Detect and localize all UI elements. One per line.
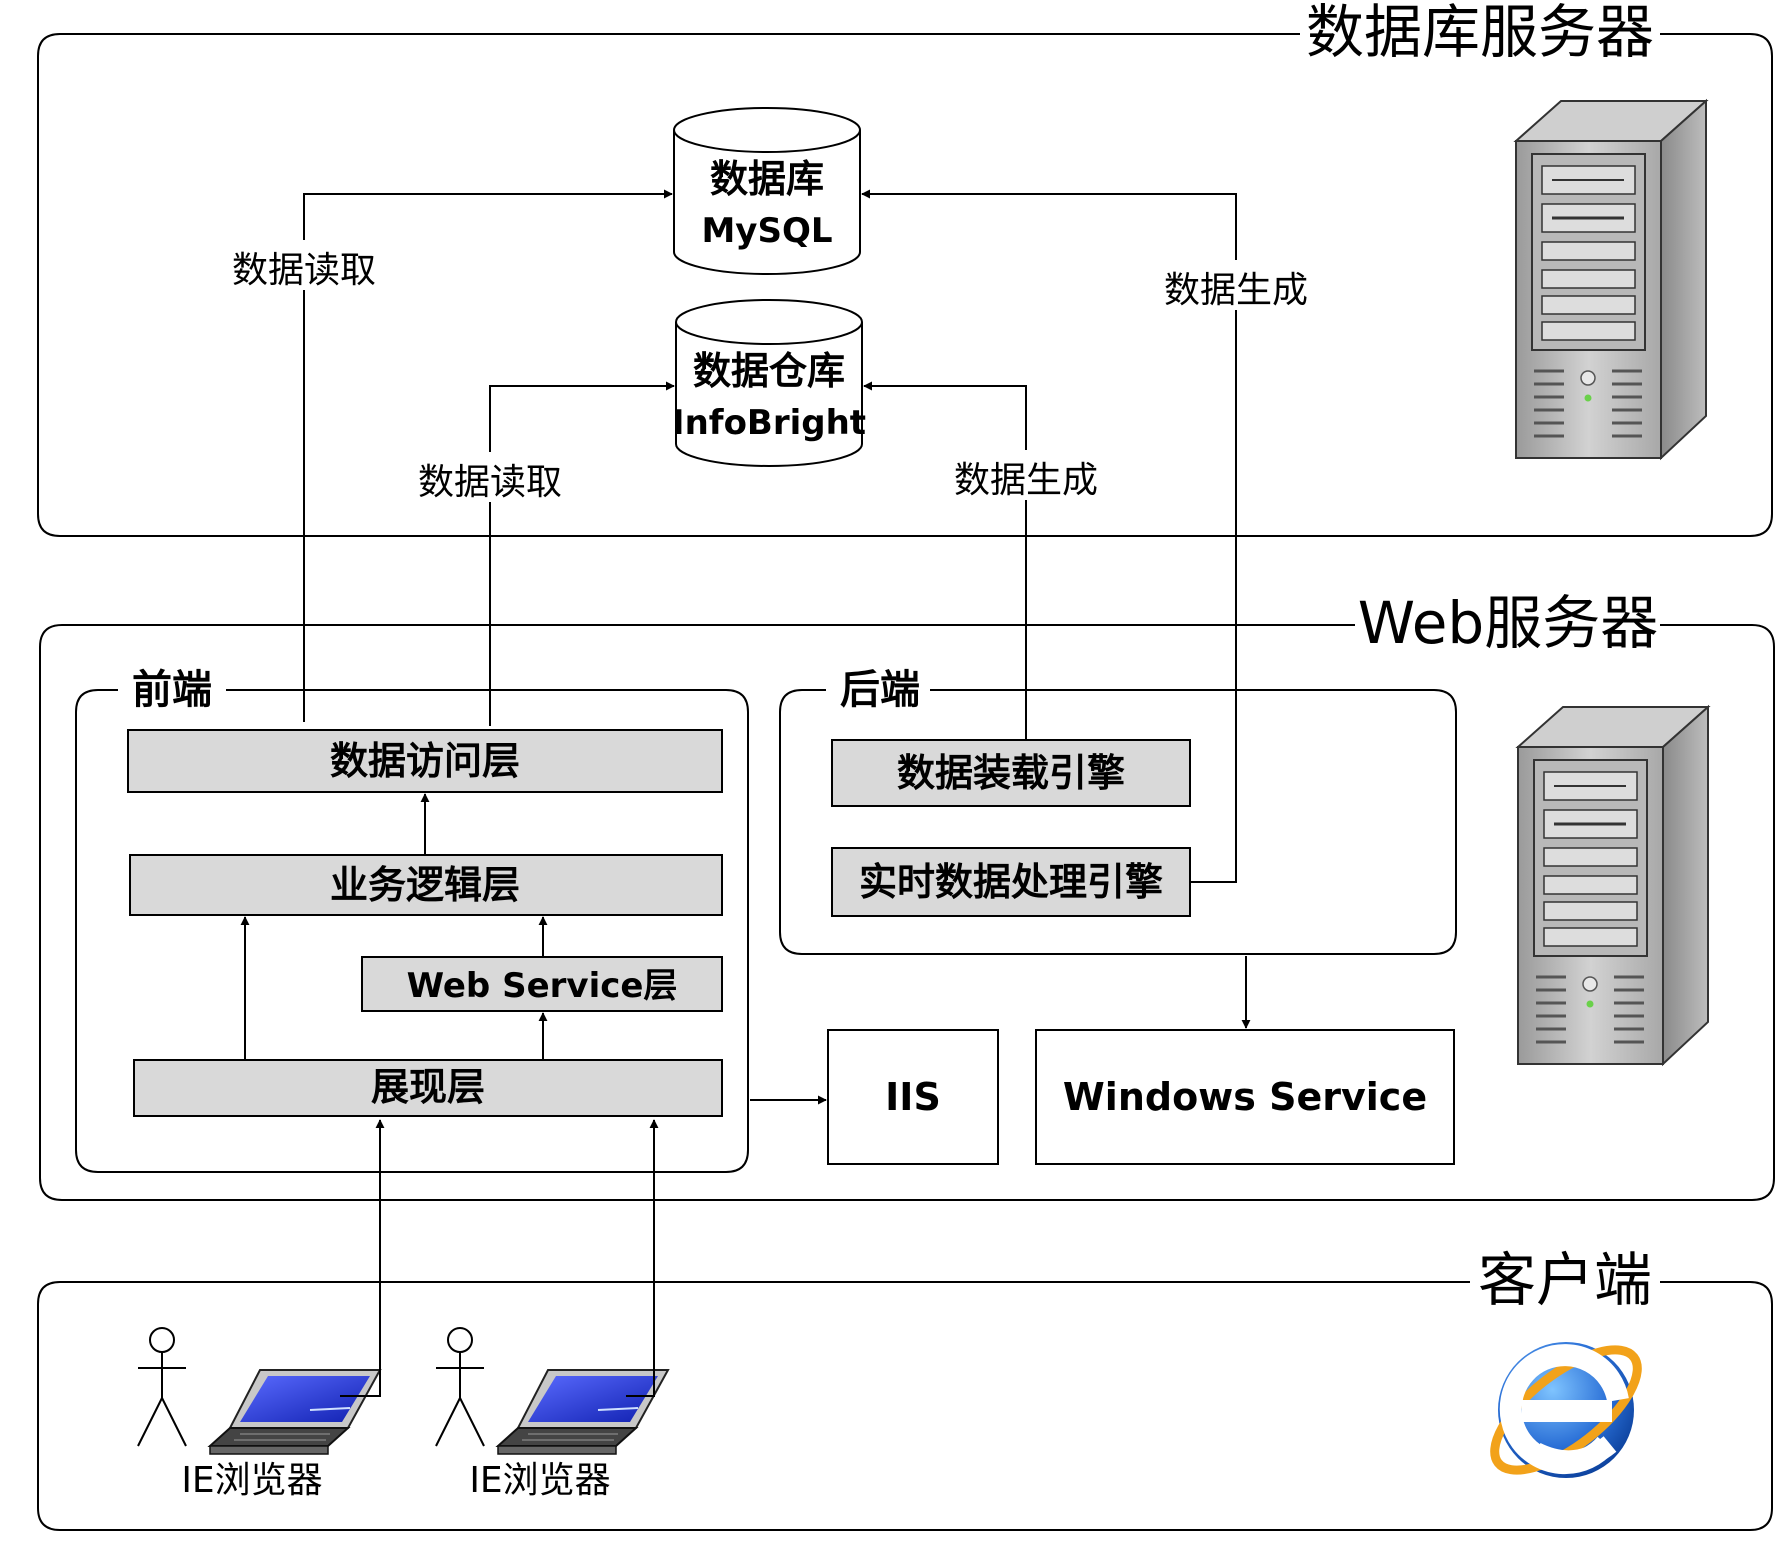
internet-explorer-icon	[1490, 1342, 1642, 1478]
iis-label: IIS	[885, 1075, 941, 1119]
iis-node: IIS	[827, 1029, 999, 1165]
server-tower-icon	[1516, 705, 1710, 1066]
db-mysql-line1: 数据库	[710, 156, 824, 201]
edge-label-read-mysql: 数据读取	[232, 250, 376, 291]
laptop-icon	[209, 1369, 381, 1455]
client-1-label: IE浏览器	[181, 1460, 322, 1501]
laptop-icon	[497, 1369, 669, 1455]
db-infobright-line2: InfoBright	[672, 403, 866, 443]
server-tower-icon	[1514, 99, 1708, 460]
zone-client-title: 客户端	[1478, 1246, 1652, 1314]
diagram-canvas: 数据库服务器 Web服务器 客户端 前端 数据访问层 业务逻辑层 Web Ser…	[37, 0, 1775, 1531]
db-mysql-line2: MySQL	[701, 211, 832, 251]
client-1: IE浏览器	[137, 1327, 381, 1501]
realtime-engine-label: 实时数据处理引擎	[859, 859, 1163, 904]
db-infobright: 数据仓库 InfoBright	[672, 299, 866, 467]
client-2-label: IE浏览器	[469, 1460, 610, 1501]
backend-title: 后端	[840, 666, 920, 713]
client-2: IE浏览器	[435, 1327, 669, 1501]
architecture-diagram: 数据库服务器 Web服务器 客户端 前端 数据访问层 业务逻辑层 Web Ser…	[0, 0, 1788, 1546]
edge-client2-to-presentation	[626, 1119, 659, 1397]
edge-label-generate-warehouse: 数据生成	[954, 460, 1098, 501]
edge-client1-to-presentation	[340, 1119, 385, 1397]
edge-label-generate-mysql: 数据生成	[1164, 270, 1308, 311]
db-infobright-line1: 数据仓库	[693, 348, 845, 393]
edge-read-warehouse	[489, 381, 675, 726]
user-stick-figure-icon	[435, 1327, 485, 1447]
data-loading-engine-label: 数据装载引擎	[897, 750, 1125, 795]
backend-group: 后端 数据装载引擎 实时数据处理引擎	[779, 666, 1457, 955]
web-service-layer-label: Web Service层	[407, 966, 678, 1006]
zone-web-server-title: Web服务器	[1358, 589, 1658, 657]
user-stick-figure-icon	[137, 1327, 187, 1447]
windows-service-node: Windows Service	[1035, 1029, 1455, 1165]
zone-db-server-title: 数据库服务器	[1306, 0, 1654, 66]
frontend-title: 前端	[132, 666, 212, 713]
edge-label-read-warehouse: 数据读取	[418, 462, 562, 503]
db-mysql: 数据库 MySQL	[673, 107, 861, 275]
windows-service-label: Windows Service	[1063, 1075, 1427, 1119]
data-access-layer-label: 数据访问层	[330, 738, 520, 783]
business-logic-layer-label: 业务逻辑层	[330, 862, 520, 907]
frontend-group: 前端 数据访问层 业务逻辑层 Web Service层 展现层	[75, 666, 749, 1173]
presentation-layer-label: 展现层	[371, 1064, 485, 1109]
